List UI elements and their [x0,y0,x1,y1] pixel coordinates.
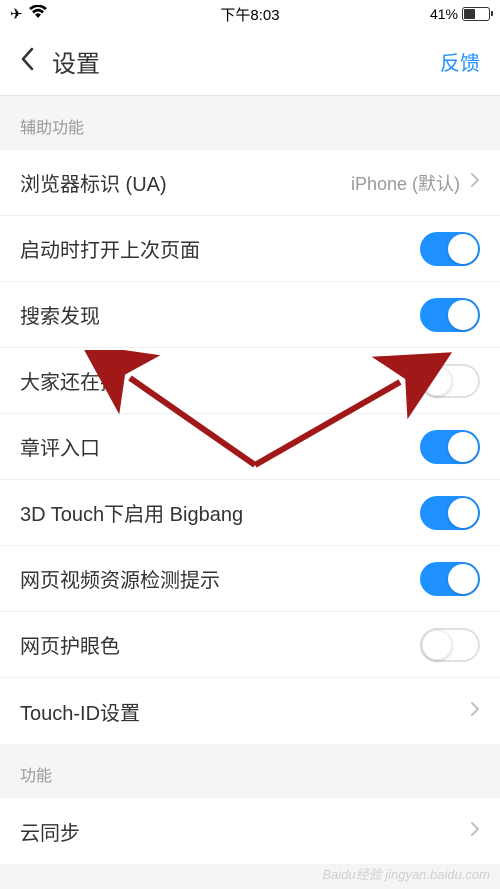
settings-list: 云同步 [0,798,500,864]
chevron-right-icon [470,171,480,194]
setting-control [420,298,480,332]
setting-label: Touch-ID设置 [20,697,140,726]
battery-percent: 41% [430,6,458,22]
section-header: 辅助功能 [0,96,500,150]
watermark: Baidu经验 jingyan.baidu.com [322,864,490,883]
toggle-knob [448,300,478,330]
toggle-switch[interactable] [420,430,480,464]
setting-control [420,562,480,596]
setting-row: 网页护眼色 [0,612,500,678]
page-title: 设置 [52,44,440,79]
status-left: ✈ [10,5,47,23]
toggle-switch[interactable] [420,232,480,266]
toggle-knob [448,498,478,528]
setting-control [420,496,480,530]
setting-label: 3D Touch下启用 Bigbang [20,498,243,527]
setting-label: 启动时打开上次页面 [20,234,200,263]
setting-label: 云同步 [20,817,80,846]
setting-row[interactable]: Touch-ID设置 [0,678,500,744]
setting-row: 网页视频资源检测提示 [0,546,500,612]
toggle-switch[interactable] [420,496,480,530]
setting-control [470,820,480,843]
setting-label: 章评入口 [20,432,100,461]
toggle-switch[interactable] [420,562,480,596]
setting-control [420,364,480,398]
settings-list: 浏览器标识 (UA) iPhone (默认) 启动时打开上次页面搜索发现大家还在搜章… [0,150,500,744]
status-right: 41% [430,6,490,22]
nav-bar: 设置 反馈 [0,28,500,96]
feedback-button[interactable]: 反馈 [440,47,480,76]
setting-control [420,232,480,266]
setting-control [420,430,480,464]
setting-label: 搜索发现 [20,300,100,329]
status-bar: ✈ 下午8:03 41% [0,0,500,28]
wifi-icon [29,5,47,23]
section-header: 功能 [0,744,500,798]
setting-value: iPhone (默认) [351,170,460,196]
setting-row: 搜索发现 [0,282,500,348]
setting-label: 大家还在搜 [20,366,120,395]
setting-row[interactable]: 浏览器标识 (UA) iPhone (默认) [0,150,500,216]
toggle-knob [422,366,452,396]
setting-row: 大家还在搜 [0,348,500,414]
battery-icon [462,7,490,21]
setting-control [420,628,480,662]
toggle-switch[interactable] [420,364,480,398]
back-button[interactable] [20,46,34,78]
setting-label: 网页视频资源检测提示 [20,564,220,593]
chevron-right-icon [470,820,480,843]
setting-control: iPhone (默认) [351,170,480,196]
setting-control [470,700,480,723]
toggle-switch[interactable] [420,298,480,332]
toggle-knob [448,234,478,264]
setting-row: 3D Touch下启用 Bigbang [0,480,500,546]
setting-label: 网页护眼色 [20,630,120,659]
setting-row: 启动时打开上次页面 [0,216,500,282]
setting-row[interactable]: 云同步 [0,798,500,864]
status-time: 下午8:03 [220,4,279,25]
toggle-knob [448,564,478,594]
toggle-knob [448,432,478,462]
setting-row: 章评入口 [0,414,500,480]
chevron-right-icon [470,700,480,723]
airplane-icon: ✈ [10,5,23,23]
toggle-switch[interactable] [420,628,480,662]
setting-label: 浏览器标识 (UA) [20,168,167,197]
settings-content: 辅助功能浏览器标识 (UA) iPhone (默认) 启动时打开上次页面搜索发现大家… [0,96,500,864]
toggle-knob [422,630,452,660]
